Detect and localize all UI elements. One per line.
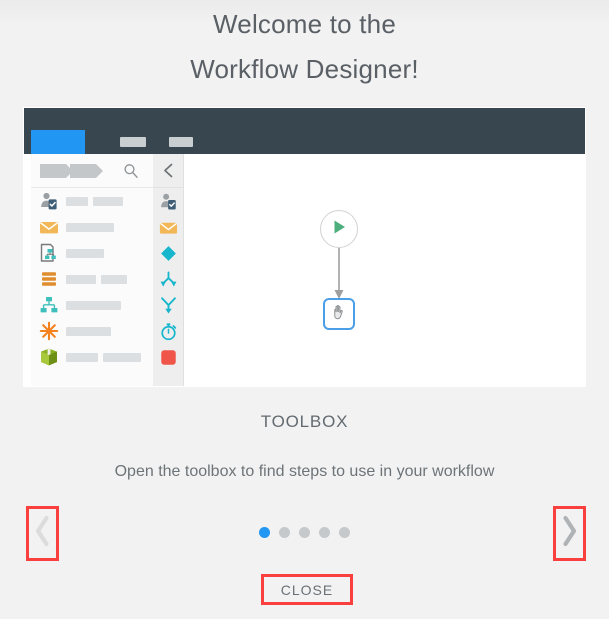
stop-square-icon [159, 348, 178, 367]
mock-tab-placeholder-1 [120, 137, 146, 147]
list-item [31, 240, 153, 266]
list-item [153, 188, 183, 214]
placeholder-bar [66, 300, 121, 310]
search-icon [123, 163, 139, 179]
diamond-icon [159, 244, 178, 263]
breadcrumb-chevrons-icon [40, 164, 105, 178]
close-button[interactable]: CLOSE [261, 574, 353, 605]
branch-y-icon [159, 296, 178, 315]
placeholder-bar [103, 352, 141, 362]
pagination-dot-4[interactable] [319, 527, 330, 538]
title-line-1: Welcome to the [213, 9, 396, 39]
mock-tab-active [31, 130, 85, 154]
org-chart-icon [39, 295, 59, 315]
arrow-down-icon [324, 248, 354, 300]
user-badge-icon [159, 192, 178, 211]
asterisk-icon [39, 321, 59, 341]
pagination-dot-5[interactable] [339, 527, 350, 538]
list-item [31, 188, 153, 214]
pagination-dot-1[interactable] [259, 527, 270, 538]
mock-toolbox-list [31, 188, 153, 386]
list-item [31, 266, 153, 292]
page-title: Welcome to the Workflow Designer! [0, 2, 609, 92]
list-item [31, 344, 153, 370]
list-item [153, 214, 183, 240]
placeholder-bar [93, 196, 123, 206]
document-flow-icon [39, 243, 59, 263]
list-item [153, 344, 183, 370]
previous-button[interactable] [26, 506, 59, 561]
merge-arrows-icon [159, 270, 178, 289]
mock-toolbox-search-row [31, 154, 153, 188]
workflow-selected-node[interactable] [323, 298, 355, 330]
cube-icon [39, 347, 59, 367]
mock-rail-list [153, 188, 183, 370]
placeholder-bar [66, 248, 104, 258]
caption-heading: TOOLBOX [260, 412, 349, 431]
pagination-dot-2[interactable] [279, 527, 290, 538]
database-stack-icon [39, 269, 59, 289]
stopwatch-icon [159, 322, 178, 341]
workflow-start-node [320, 210, 358, 248]
mock-canvas [184, 154, 585, 386]
list-item [153, 318, 183, 344]
pagination-dot-3[interactable] [299, 527, 310, 538]
placeholder-bar [66, 326, 111, 336]
title-line-2: Workflow Designer! [190, 54, 419, 84]
mock-collapsed-rail [153, 154, 184, 386]
illustration-panel [24, 108, 585, 386]
pagination-dots [0, 527, 609, 538]
list-item [153, 266, 183, 292]
welcome-dialog: Welcome to the Workflow Designer! TOOLBO… [0, 0, 609, 619]
list-item [31, 292, 153, 318]
user-badge-icon [39, 191, 59, 211]
close-button-label: CLOSE [280, 581, 334, 598]
list-item [153, 292, 183, 318]
caption-text: Open the toolbox to find steps to use in… [114, 463, 495, 480]
chevron-right-icon [561, 515, 578, 552]
envelope-icon [39, 217, 59, 237]
placeholder-bar [66, 274, 96, 284]
list-item [31, 318, 153, 344]
placeholder-bar [66, 352, 98, 362]
next-button[interactable] [553, 506, 586, 561]
placeholder-bar [101, 274, 127, 284]
placeholder-bar [66, 196, 88, 206]
mock-tab-placeholder-2 [169, 137, 193, 147]
mock-app-header [24, 108, 585, 154]
chevron-left-icon [153, 154, 183, 188]
mock-toolbox-panel [31, 154, 154, 386]
envelope-icon [159, 218, 178, 237]
placeholder-bar [66, 222, 114, 232]
play-icon [330, 218, 348, 241]
list-item [31, 214, 153, 240]
chevron-left-icon [34, 515, 51, 552]
list-item [153, 240, 183, 266]
hand-cursor-icon [330, 302, 349, 326]
